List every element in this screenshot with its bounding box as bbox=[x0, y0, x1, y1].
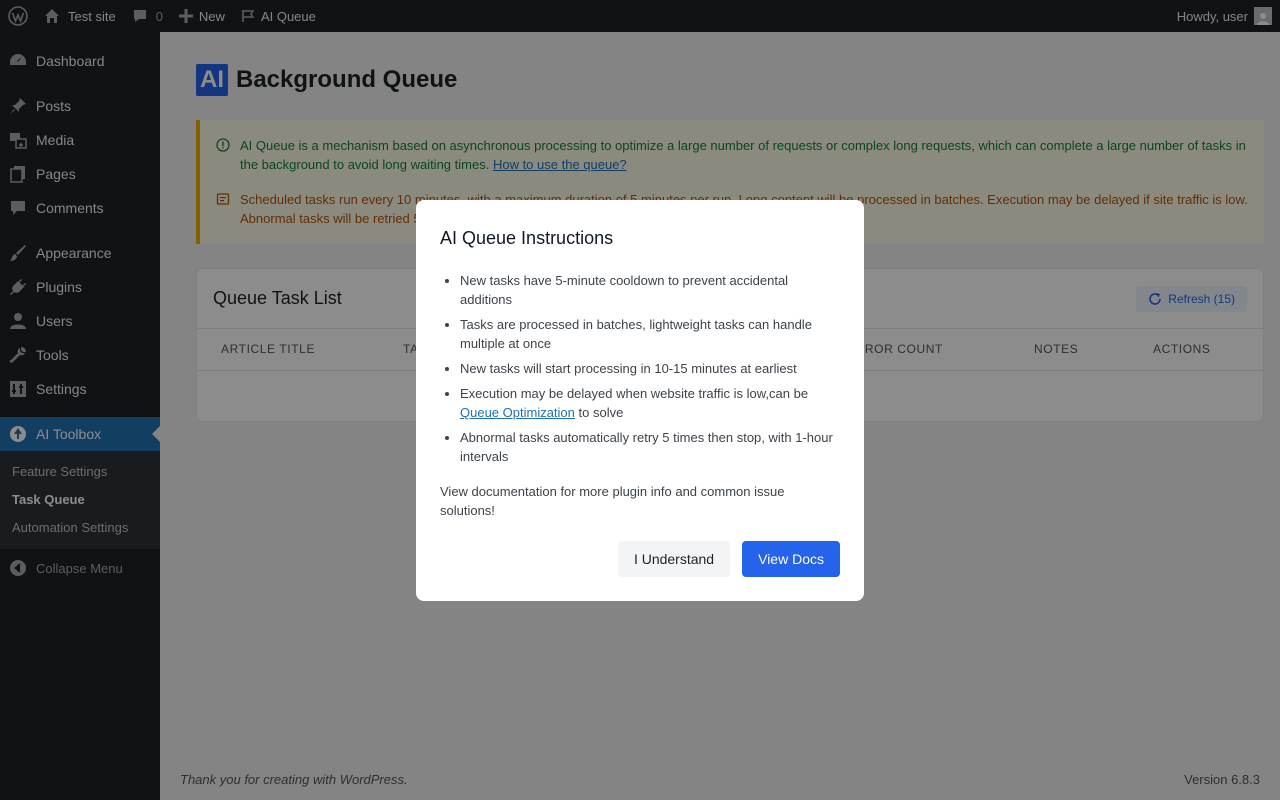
queue-optimization-link[interactable]: Queue Optimization bbox=[460, 405, 575, 420]
doc-text: View documentation for more plugin info … bbox=[440, 484, 785, 518]
queue-instructions-modal: AI Queue Instructions New tasks have 5-m… bbox=[416, 200, 864, 601]
list-item: New tasks will start processing in 10-15… bbox=[460, 359, 840, 378]
item-text-prefix: Execution may be delayed when website tr… bbox=[460, 386, 809, 401]
modal-title: AI Queue Instructions bbox=[440, 228, 614, 248]
list-item: Execution may be delayed when website tr… bbox=[460, 384, 840, 422]
list-item: Tasks are processed in batches, lightwei… bbox=[460, 315, 840, 353]
item-text-suffix: to solve bbox=[574, 405, 624, 420]
list-item: Abnormal tasks automatically retry 5 tim… bbox=[460, 428, 840, 466]
modal-actions: I Understand View Docs bbox=[617, 541, 840, 577]
understand-button[interactable]: I Understand bbox=[617, 541, 731, 577]
view-docs-button[interactable]: View Docs bbox=[742, 541, 840, 577]
instructions-list: New tasks have 5-minute cooldown to prev… bbox=[440, 271, 840, 466]
list-item: New tasks have 5-minute cooldown to prev… bbox=[460, 271, 840, 309]
